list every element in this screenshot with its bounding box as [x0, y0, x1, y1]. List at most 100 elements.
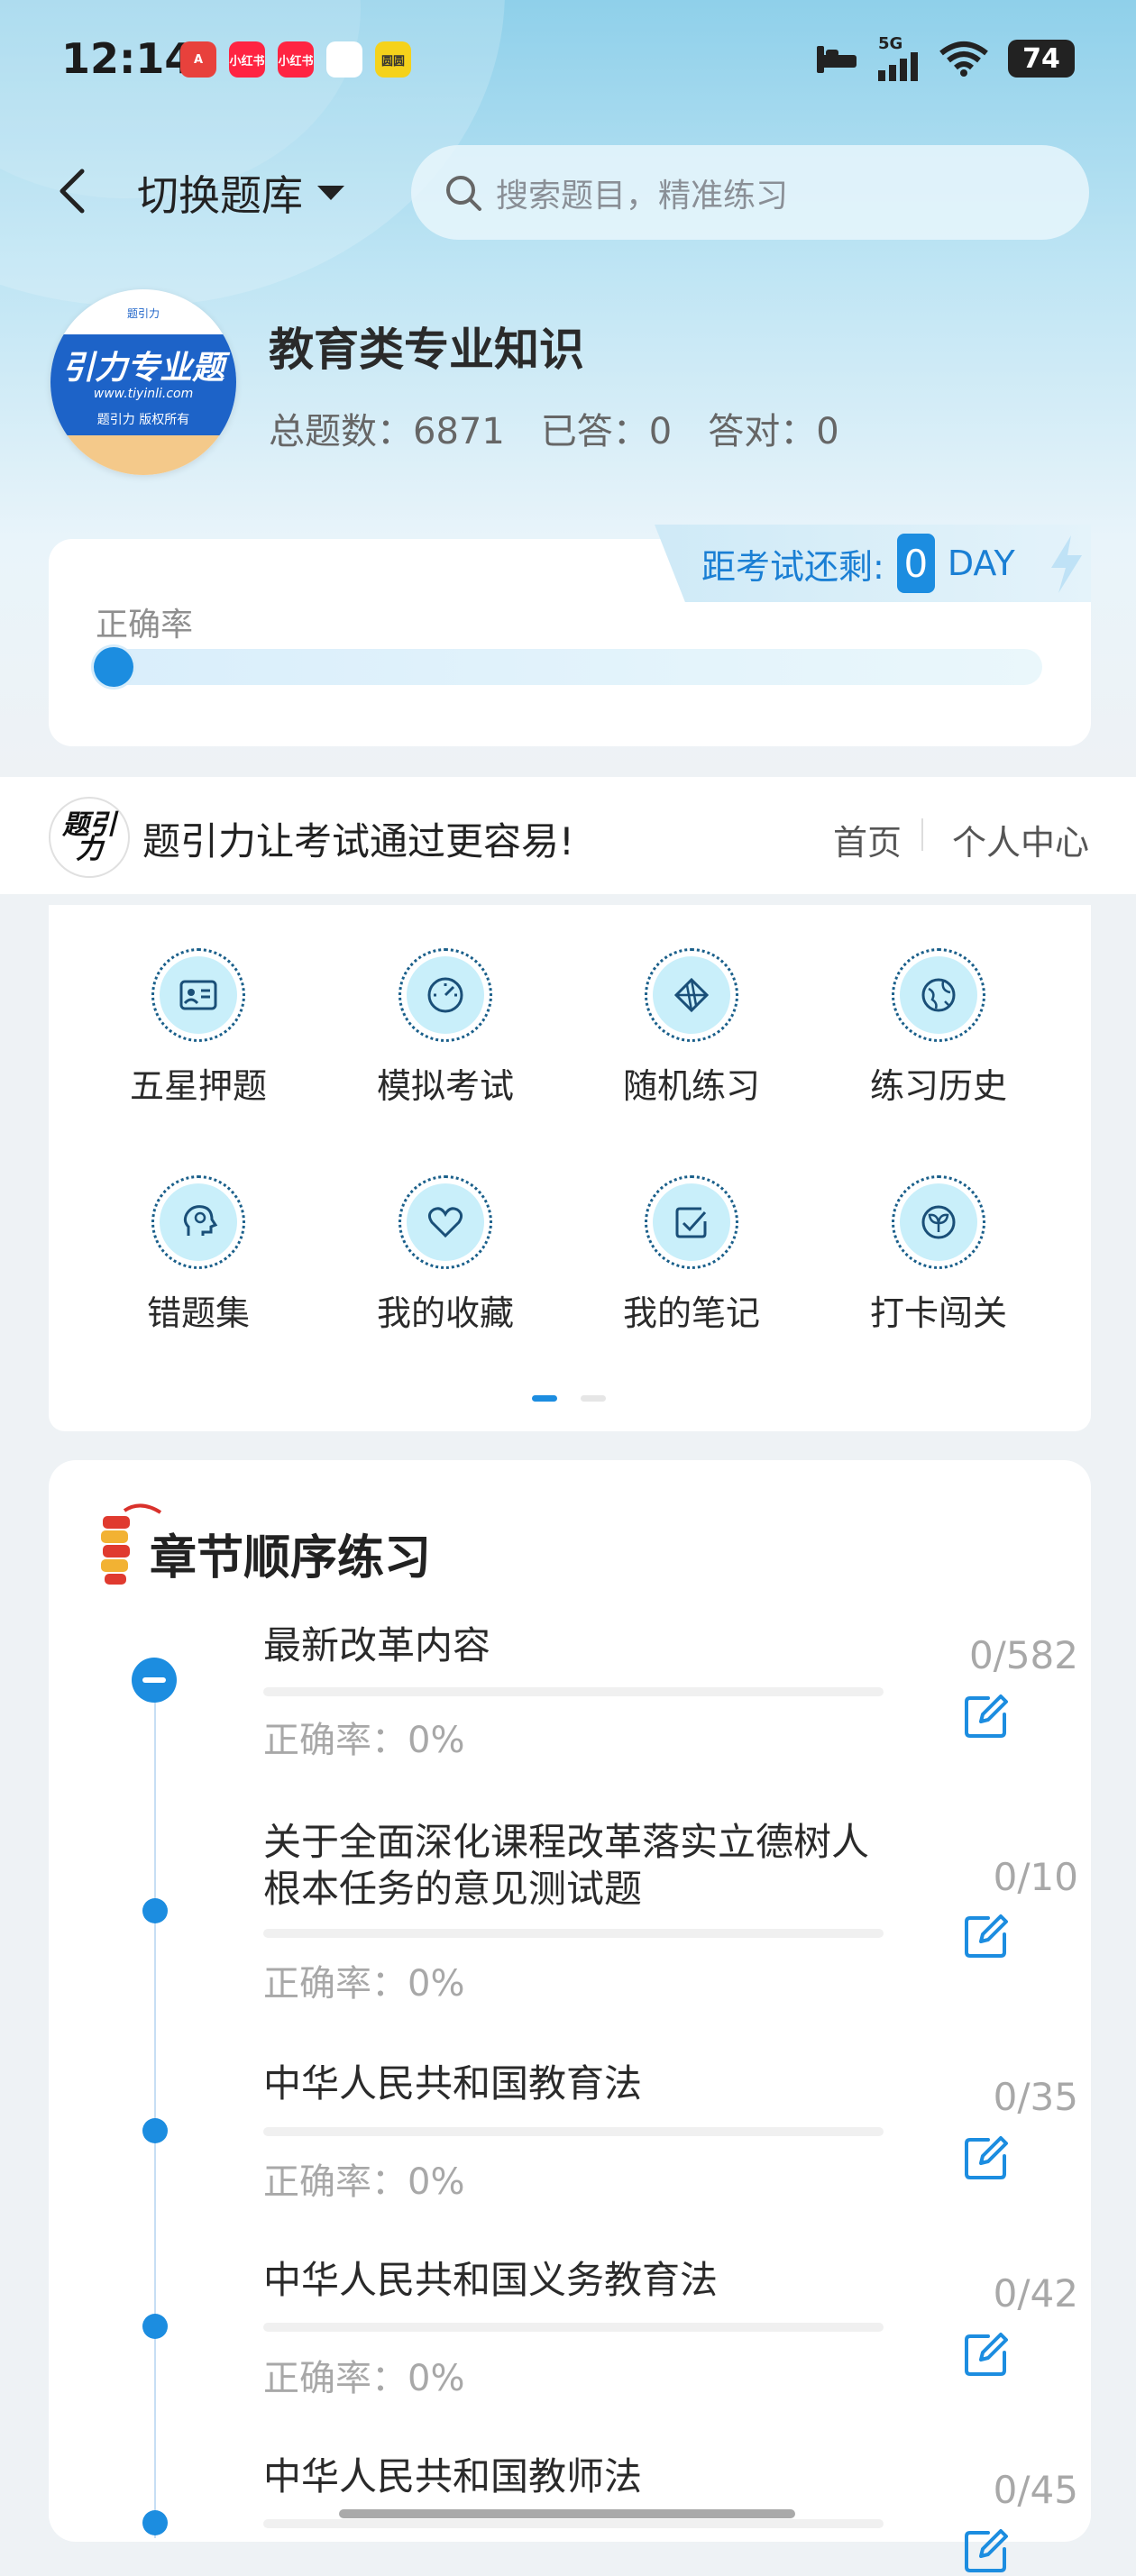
app-icon-5: 圆圆 [375, 41, 411, 78]
edit-icon[interactable] [961, 2133, 1012, 2183]
bed-icon [817, 46, 857, 73]
globe-icon [892, 948, 985, 1042]
pager-dot-active[interactable] [532, 1395, 557, 1402]
chapter-name[interactable]: 中华人民共和国义务教育法 [263, 2257, 894, 2304]
edit-icon[interactable] [961, 1911, 1012, 1961]
timeline-dot [142, 1898, 168, 1923]
chapter-progress-bar [263, 2127, 884, 2136]
function-label: 五星押题 [129, 1066, 267, 1106]
chapter-accuracy: 正确率：0% [263, 1963, 465, 2005]
function-head[interactable]: 错题集 [99, 1175, 298, 1335]
status-bar: 12:14 A 小红书 小红书 圆圆 5G 74 [0, 0, 1136, 117]
app-icon-4 [326, 41, 362, 78]
function-label: 练习历史 [869, 1066, 1007, 1106]
chapter-count: 0/10 [993, 1855, 1078, 1899]
accuracy-progress-bar [96, 649, 1042, 685]
wifi-icon [939, 41, 988, 77]
signal-icon [878, 52, 918, 81]
caret-down-icon [317, 186, 344, 200]
collapse-icon[interactable] [132, 1658, 177, 1703]
answered-count: 已答：0 [540, 411, 673, 452]
exam-countdown[interactable]: 距考试还剩: 0 DAY [655, 525, 1091, 602]
home-indicator[interactable] [339, 2509, 795, 2518]
search-input[interactable]: 搜索题目，精准练习 [411, 145, 1089, 240]
function-label: 随机练习 [622, 1066, 760, 1106]
heart-icon [399, 1175, 492, 1269]
switch-bank-label: 切换题库 [137, 171, 303, 220]
accuracy-progress-knob [94, 647, 133, 687]
countdown-unit: DAY [947, 544, 1015, 583]
search-icon [446, 175, 481, 211]
chapter-name[interactable]: 最新改革内容 [263, 1622, 894, 1669]
chapter-progress-bar [263, 2323, 884, 2332]
correct-count: 答对：0 [708, 411, 839, 452]
chapter-name[interactable]: 关于全面深化课程改革落实立德树人根本任务的意见测试题 [263, 1819, 894, 1913]
edit-icon[interactable] [961, 2526, 1012, 2576]
function-label: 打卡闯关 [869, 1293, 1007, 1333]
total-count: 总题数：6871 [269, 411, 505, 452]
function-globe[interactable]: 练习历史 [839, 948, 1038, 1108]
chapter-name[interactable]: 中华人民共和国教育法 [263, 2060, 894, 2107]
accuracy-label: 正确率 [96, 607, 194, 644]
brand-logo: 题引力 [49, 797, 130, 878]
function-shuffle[interactable]: 随机练习 [592, 948, 791, 1108]
note-icon [645, 1175, 738, 1269]
function-label: 错题集 [146, 1293, 250, 1333]
nav-home-link[interactable]: 首页 [833, 815, 902, 864]
chapter-accuracy: 正确率：0% [263, 2161, 465, 2203]
chapter-timeline [154, 1691, 156, 2538]
network-label: 5G [878, 34, 903, 53]
edit-icon[interactable] [961, 2329, 1012, 2380]
bank-title: 教育类专业知识 [269, 324, 584, 376]
chapter-name[interactable]: 中华人民共和国教师法 [263, 2453, 894, 2500]
chapter-section-title: 章节顺序练习 [150, 1531, 432, 1585]
chapter-count: 0/45 [993, 2468, 1078, 2512]
pager-dot[interactable] [581, 1395, 606, 1402]
id-card-icon [151, 948, 245, 1042]
timeline-dot [142, 2118, 168, 2143]
countdown-label: 距考试还剩: [701, 546, 884, 587]
lightning-icon [1051, 535, 1082, 593]
chapter-count: 0/42 [993, 2271, 1078, 2316]
function-sprout[interactable]: 打卡闯关 [839, 1175, 1038, 1335]
back-button[interactable] [52, 162, 92, 220]
timeline-dot [142, 2314, 168, 2339]
system-icons: 5G 74 [815, 36, 1075, 81]
speedometer-icon [399, 948, 492, 1042]
status-time: 12:14 [61, 34, 194, 83]
sprout-icon [892, 1175, 985, 1269]
edit-icon[interactable] [961, 1691, 1012, 1741]
chapter-progress-bar [263, 1687, 884, 1696]
function-label: 模拟考试 [376, 1066, 514, 1106]
timeline-dot [142, 2510, 168, 2535]
shuffle-icon [645, 948, 738, 1042]
grid-pager [532, 1395, 606, 1402]
chapter-progress-bar [263, 2519, 884, 2528]
question-bank-logo: 题引力 引力专业题 www.tiyinli.com 题引力 版权所有 [50, 289, 236, 475]
nav-personal-center-link[interactable]: 个人中心 [952, 815, 1089, 864]
search-placeholder: 搜索题目，精准练习 [496, 177, 789, 215]
chapter-accuracy: 正确率：0% [263, 1720, 465, 1761]
bank-stats: 总题数：6871 已答：0 答对：0 [269, 402, 839, 454]
switch-bank-dropdown[interactable]: 切换题库 [137, 164, 346, 222]
nav-divider [921, 818, 923, 851]
function-label: 我的笔记 [622, 1293, 760, 1333]
function-id-card[interactable]: 五星押题 [99, 948, 298, 1108]
chapter-count: 0/35 [993, 2075, 1078, 2119]
countdown-value: 0 [896, 534, 935, 593]
xiaohongshu-icon: 小红书 [229, 41, 265, 78]
function-speedometer[interactable]: 模拟考试 [346, 948, 545, 1108]
head-icon [151, 1175, 245, 1269]
battery-icon: 74 [1008, 40, 1075, 78]
function-note[interactable]: 我的笔记 [592, 1175, 791, 1335]
function-label: 我的收藏 [376, 1293, 514, 1333]
function-heart[interactable]: 我的收藏 [346, 1175, 545, 1335]
notification-icons: A 小红书 小红书 圆圆 [180, 41, 411, 78]
chevron-left-icon [60, 169, 85, 214]
slogan-text: 题引力让考试通过更容易! [142, 819, 574, 863]
chapter-accuracy: 正确率：0% [263, 2358, 465, 2399]
xiaohongshu-icon-2: 小红书 [278, 41, 314, 78]
chapter-progress-bar [263, 1929, 884, 1938]
chapter-count: 0/582 [968, 1633, 1078, 1677]
app-icon-1: A [180, 41, 216, 78]
